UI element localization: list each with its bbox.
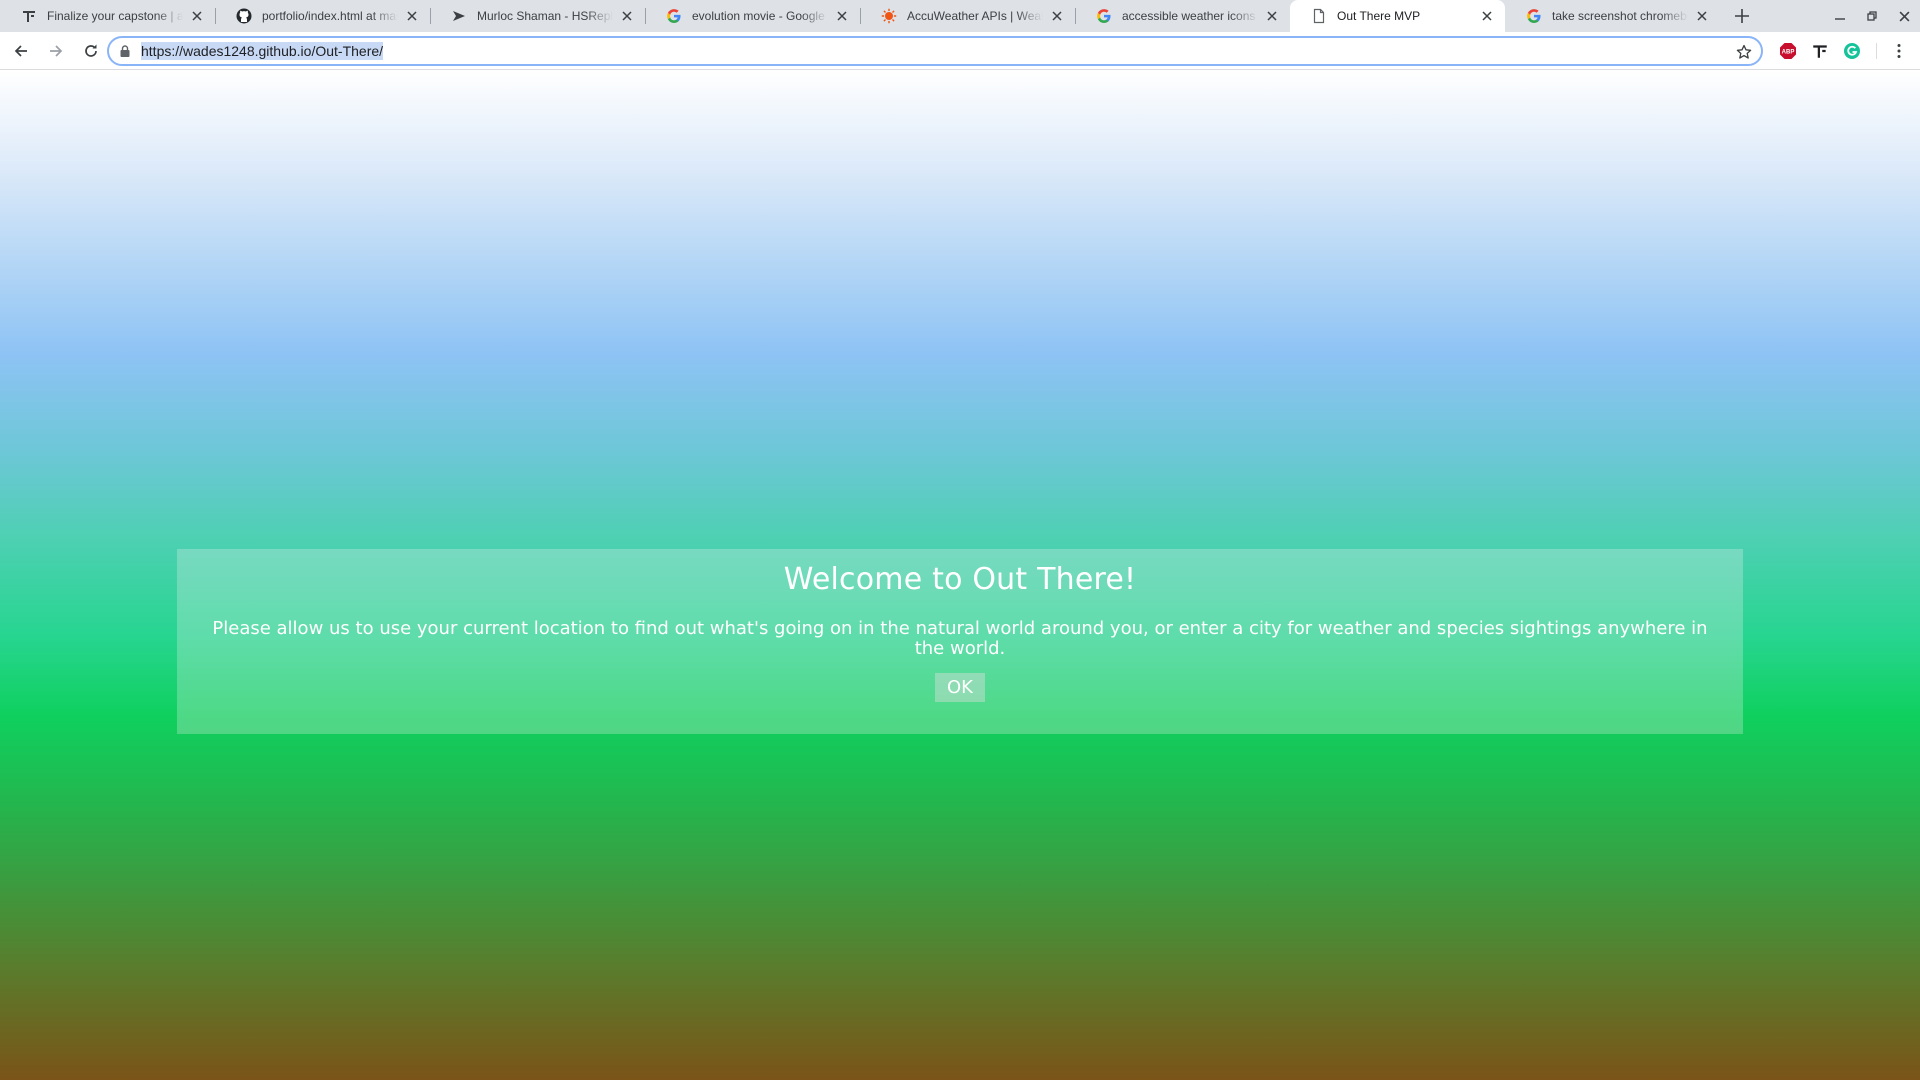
lock-icon[interactable] <box>117 43 133 59</box>
extensions-area: ABP <box>1774 37 1917 65</box>
close-icon[interactable] <box>834 8 850 24</box>
github-icon <box>236 8 252 24</box>
close-icon[interactable] <box>1049 8 1065 24</box>
tab-thinkful[interactable]: Finalize your capstone | api-h <box>0 0 215 32</box>
google-icon <box>1526 8 1542 24</box>
minimize-button[interactable] <box>1824 0 1856 32</box>
back-button[interactable] <box>7 37 35 65</box>
reload-button[interactable] <box>77 37 105 65</box>
google-icon <box>666 8 682 24</box>
tab-title: accessible weather icons - Go <box>1122 9 1258 23</box>
page-background: Welcome to Out There! Please allow us to… <box>0 71 1920 1080</box>
tab-accuweather[interactable]: AccuWeather APIs | Weather <box>860 0 1075 32</box>
hsreplay-icon <box>451 8 467 24</box>
kebab-menu-icon <box>1897 44 1901 58</box>
tab-google-evolution[interactable]: evolution movie - Google Sea <box>645 0 860 32</box>
browser-toolbar: https://wades1248.github.io/Out-There/ A… <box>0 32 1920 70</box>
forward-button[interactable] <box>42 37 70 65</box>
svg-text:ABP: ABP <box>1782 50 1795 56</box>
tab-title: take screenshot chromebook <box>1552 9 1688 23</box>
restore-icon <box>1867 11 1877 21</box>
close-icon[interactable] <box>619 8 635 24</box>
plus-icon <box>1735 9 1749 23</box>
close-icon[interactable] <box>1694 8 1710 24</box>
reload-icon <box>85 44 97 57</box>
tab-title: AccuWeather APIs | Weather <box>907 9 1043 23</box>
accuweather-icon <box>881 8 897 24</box>
welcome-modal: Welcome to Out There! Please allow us to… <box>177 549 1743 734</box>
url-text[interactable]: https://wades1248.github.io/Out-There/ <box>141 42 384 60</box>
tab-google-weather-icons[interactable]: accessible weather icons - Go <box>1075 0 1290 32</box>
google-icon <box>1096 8 1112 24</box>
restore-button[interactable] <box>1856 0 1888 32</box>
adblock-plus-icon[interactable]: ABP <box>1774 37 1802 65</box>
close-icon[interactable] <box>1264 8 1280 24</box>
thinkful-extension-icon[interactable] <box>1806 37 1834 65</box>
tab-title: Murloc Shaman - HSReplay.n <box>477 9 613 23</box>
tab-github[interactable]: portfolio/index.html at mast <box>215 0 430 32</box>
tab-title: Finalize your capstone | api-h <box>47 9 183 23</box>
window-controls <box>1824 0 1920 32</box>
tab-title: portfolio/index.html at mast <box>262 9 398 23</box>
close-window-button[interactable] <box>1888 0 1920 32</box>
minimize-icon <box>1835 18 1845 20</box>
tab-google-screenshot[interactable]: take screenshot chromebook <box>1505 0 1720 32</box>
grammarly-icon[interactable] <box>1838 37 1866 65</box>
address-bar[interactable]: https://wades1248.github.io/Out-There/ <box>107 36 1763 66</box>
welcome-title: Welcome to Out There! <box>783 562 1137 597</box>
menu-button[interactable] <box>1885 37 1913 65</box>
close-icon <box>1899 11 1909 21</box>
tab-title: Out There MVP <box>1337 9 1421 23</box>
close-icon[interactable] <box>404 8 420 24</box>
toolbar-divider <box>1876 43 1877 59</box>
forward-arrow-icon <box>50 44 63 57</box>
new-tab-button[interactable] <box>1728 2 1756 30</box>
close-icon[interactable] <box>189 8 205 24</box>
close-icon[interactable] <box>1479 8 1495 24</box>
page-icon <box>1311 8 1327 24</box>
bookmark-star-icon[interactable] <box>1735 43 1753 61</box>
thinkful-icon <box>21 8 37 24</box>
tab-title: evolution movie - Google Sea <box>692 9 828 23</box>
ok-button[interactable]: OK <box>935 673 985 702</box>
welcome-message: Please allow us to use your current loca… <box>212 618 1708 659</box>
tab-strip: Finalize your capstone | api-h portfolio… <box>0 0 1920 32</box>
back-arrow-icon <box>14 44 27 57</box>
tab-out-there-mvp[interactable]: Out There MVP <box>1290 0 1505 32</box>
tab-hsreplay[interactable]: Murloc Shaman - HSReplay.n <box>430 0 645 32</box>
